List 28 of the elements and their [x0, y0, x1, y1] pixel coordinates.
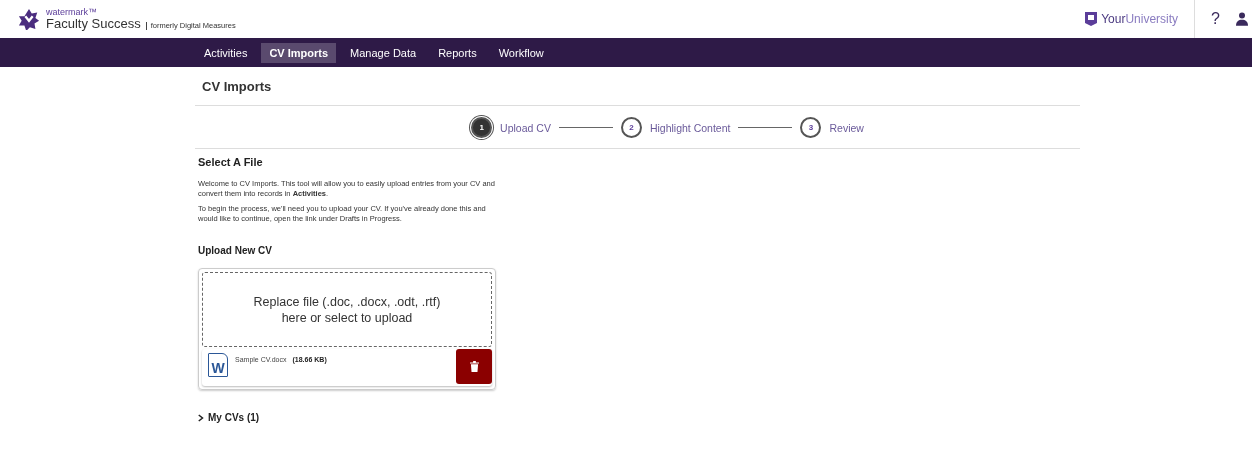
trash-icon	[469, 361, 479, 372]
nav-tab[interactable]: CV Imports	[261, 42, 337, 63]
my-cvs-toggle[interactable]: My CVs (1)	[198, 412, 260, 423]
step-label: Review	[829, 121, 864, 134]
logo-icon	[18, 8, 40, 30]
drop-zone-text: Replace file (.doc, .docx, .odt, .rtf) here or select to upload	[253, 293, 441, 326]
help-button[interactable]: ?	[1195, 10, 1236, 28]
section-title: Select A File	[198, 156, 264, 168]
shield-icon	[1083, 11, 1100, 27]
step-label: Highlight Content	[649, 121, 731, 134]
word-file-icon: W	[208, 353, 228, 377]
brand-name: watermark™	[46, 8, 98, 17]
step-number: 3	[800, 117, 822, 138]
page-title: CV Imports	[195, 67, 1080, 106]
nav-tab[interactable]: Activities	[196, 42, 256, 63]
chevron-icon	[198, 413, 204, 422]
delete-button[interactable]	[456, 349, 492, 384]
drop-zone[interactable]: Replace file (.doc, .docx, .odt, .rtf) here or select to upload	[202, 272, 492, 347]
nav-tab[interactable]: Manage Data	[342, 42, 425, 63]
step-number: 1	[471, 117, 493, 138]
step-label: Upload CV	[500, 121, 551, 134]
nav-tab[interactable]: Reports	[430, 42, 485, 63]
upload-title: Upload New CV	[198, 245, 273, 256]
university-name: YourUniversity	[1101, 12, 1179, 26]
nav-tab[interactable]: Workflow	[490, 42, 552, 63]
product-name: Faculty Success	[46, 17, 141, 30]
user-icon[interactable]	[1236, 12, 1248, 26]
step-number: 2	[620, 117, 642, 138]
